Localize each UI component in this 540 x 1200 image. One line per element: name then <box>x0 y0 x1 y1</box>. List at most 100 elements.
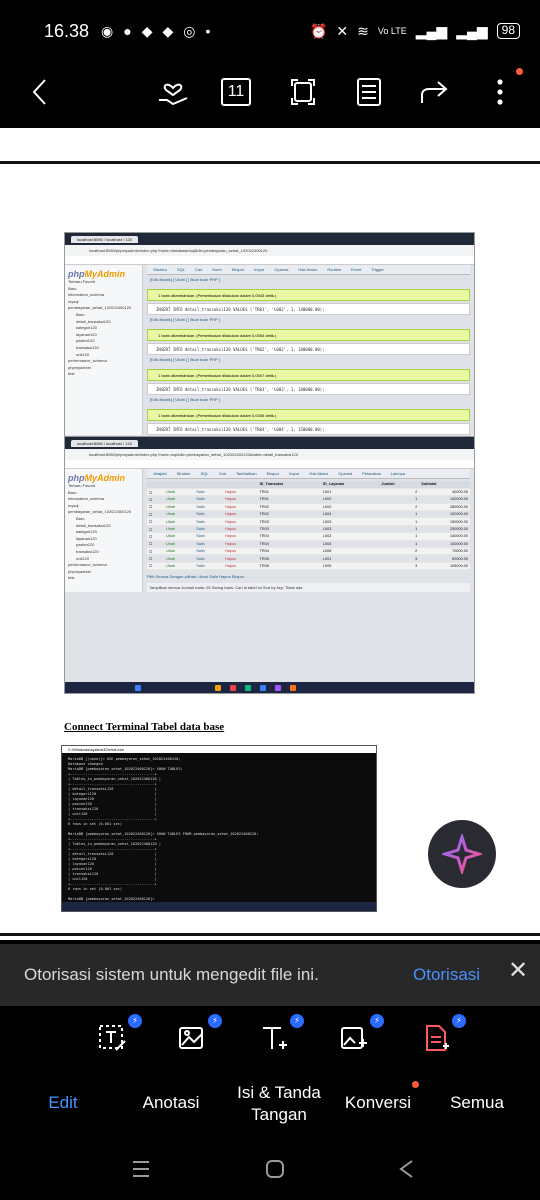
more-icon[interactable] <box>490 74 510 110</box>
edit-link: [Edit dibaris] [ Ubah ] [ Buat kode PHP … <box>150 357 220 362</box>
sidebar-db-item: test <box>68 371 75 377</box>
ai-assistant-button[interactable] <box>428 820 496 888</box>
table-cell: 1 <box>379 517 420 526</box>
row-action: Hapus <box>223 510 258 519</box>
home-icon[interactable] <box>264 1158 286 1185</box>
sidebar-db-item: phpmyadmin <box>68 568 91 574</box>
table-cell: TR01 <box>257 495 321 504</box>
table-cell: TR02 <box>257 510 321 519</box>
wifi-icon: ≋ <box>357 22 369 39</box>
table-row: ☐ Ubah Salin Hapus TR03 L003 1 250000.00 <box>147 525 470 534</box>
pma-nav-tab: Struktur <box>176 471 191 476</box>
pma-layout: phpMyAdmin Terbaru Favorit Baru informatio… <box>65 469 474 593</box>
edit-text-icon[interactable] <box>92 1018 132 1058</box>
sidebar-db-item: layanan120 <box>76 331 97 337</box>
pma-nav: Jelajahi Struktur SQL Cari Tambahkan Ekspor Im… <box>147 469 470 479</box>
pma-logo: phpMyAdmin <box>68 269 125 279</box>
row-action: Hapus <box>223 517 258 526</box>
table-cell: TR02 <box>257 503 321 512</box>
annotate-image-icon[interactable] <box>172 1018 212 1058</box>
row-checkbox: ☐ <box>147 517 165 526</box>
tool-all[interactable]: Semua <box>444 1092 510 1114</box>
pma-nav-tab: Trigger <box>371 267 384 272</box>
document-page[interactable]: localhost:8080 / localhost / 120 localho… <box>0 128 540 940</box>
bottom-toolbar: ⚡ ⚡ ⚡ ⚡ ⚡ Edit Anotasi Isi & Tanda Tanga… <box>0 1006 540 1140</box>
close-icon[interactable]: ✕ <box>508 956 528 985</box>
pdf-add-icon[interactable] <box>416 1018 456 1058</box>
more-notifications-icon: • <box>205 22 211 39</box>
document-caption: Connect Terminal Tabel data base <box>64 721 225 733</box>
pma-nav-tab: Impor <box>254 267 265 272</box>
phpmyadmin-screenshot-insert: localhost:8080 / localhost / 120 localho… <box>64 232 475 459</box>
bookmarks-bar <box>65 460 474 469</box>
terminal-title: C:\Windows\system32\cmd.exe <box>62 746 376 753</box>
table-cell: L003 <box>320 517 380 526</box>
recent-apps-icon[interactable] <box>130 1158 152 1185</box>
back-icon[interactable] <box>24 74 56 110</box>
table-cell: 2 <box>379 488 420 497</box>
table-cell: TR04 <box>257 540 321 549</box>
pma-nav-tab: Pelacakan <box>362 471 381 476</box>
sparkle-icon <box>442 834 482 874</box>
signal-icon: ▂▄▆ <box>415 22 448 39</box>
tool-fill-sign[interactable]: Isi & Tanda Tangan <box>228 1082 330 1126</box>
table-cell: 40000.00 <box>419 488 470 497</box>
success-message: 1 baris ditambahkan. (Pemeriksaan dilaku… <box>147 409 470 421</box>
pma-nav-tab: Tambahkan <box>235 471 257 476</box>
donate-icon[interactable] <box>154 74 192 110</box>
read-mode-icon[interactable] <box>354 74 384 110</box>
sidebar-db-item: transaksi120 <box>76 344 99 350</box>
pma-nav-tab: SQL <box>177 267 186 272</box>
table-cell: 70000.00 <box>419 547 470 556</box>
table-cell: TR04 <box>257 532 321 541</box>
mute-icon: ✕ <box>336 22 349 39</box>
sidebar-db-item: detail_transaksi120 <box>76 522 111 528</box>
table-cell: 2 <box>379 547 420 556</box>
table-cell: L004 <box>320 540 380 549</box>
sidebar-db-item: pasien120 <box>76 338 95 344</box>
terminal-screenshot: C:\Windows\system32\cmd.exe MariaDB [(no… <box>61 745 377 912</box>
table-cell: TR05 <box>257 554 321 563</box>
pma-nav-tab: Struktur <box>153 267 168 272</box>
pma-nav: Struktur SQL Cari Kueri Ekspor Impor Operasi Ha… <box>147 265 470 275</box>
sql-statement: INSERT INTO detail_transaksi120 VALUES (… <box>147 303 470 315</box>
edit-link: [Edit dibaris] [ Ubah ] [ Buat kode PHP … <box>150 397 220 402</box>
table-cell: TR03 <box>257 517 321 526</box>
bookmarks-bar <box>65 256 474 265</box>
tool-convert[interactable]: Konversi <box>338 1092 418 1114</box>
table-footer-filters: Tampilkan semua Jumlah baris: 25 Saring … <box>147 583 470 593</box>
premium-badge: ⚡ <box>452 1014 466 1028</box>
sidebar-db-item: Baru <box>68 285 77 291</box>
table-cell: 140000.00 <box>419 495 470 504</box>
sidebar-db-item: information_schema <box>68 496 105 502</box>
table-cell: 3 <box>379 554 420 563</box>
row-action: Ubah <box>164 510 195 519</box>
tool-edit[interactable]: Edit <box>40 1092 86 1114</box>
table-cell: 1 <box>379 495 420 504</box>
convert-image-icon[interactable] <box>334 1018 374 1058</box>
browser-tab-bar: localhost:8080 / localhost / 120 <box>65 437 474 449</box>
pma-nav-tab: Hak Akses <box>298 267 318 272</box>
sidebar-db-item: pembayaran_sehat_102022400120 <box>68 509 132 515</box>
pma-nav-tab: Event <box>351 267 362 272</box>
row-checkbox: ☐ <box>147 525 165 534</box>
pma-nav-tab: Ekspor <box>231 267 245 272</box>
windows-taskbar <box>62 902 376 911</box>
pma-nav-tab: Jelajahi <box>153 471 167 476</box>
tool-annotate[interactable]: Anotasi <box>134 1092 208 1114</box>
edit-link: [Edit dibaris] [ Ubah ] [ Buat kode PHP … <box>150 317 220 322</box>
row-action: Salin <box>194 488 223 497</box>
authorize-button[interactable]: Otorisasi <box>413 965 480 985</box>
page-count-icon[interactable]: 11 <box>220 74 252 110</box>
share-icon[interactable] <box>418 74 452 110</box>
back-nav-icon[interactable] <box>396 1158 418 1185</box>
table-row: ☐ Ubah Salin Hapus TR04 L006 2 70000.00 <box>147 547 470 556</box>
text-add-icon[interactable] <box>254 1018 294 1058</box>
premium-badge: ⚡ <box>370 1014 384 1028</box>
table-row: ☐ Ubah Salin Hapus TR04 L004 1 100000.00 <box>147 540 470 549</box>
alarm-icon: ⏰ <box>309 22 328 39</box>
fullscreen-icon[interactable] <box>288 74 318 110</box>
row-action: Ubah <box>164 540 195 549</box>
table-row: ☐ Ubah Salin Hapus TR02 L002 2 280000.00 <box>147 503 470 512</box>
pma-nav-tab: Impor <box>289 471 300 476</box>
